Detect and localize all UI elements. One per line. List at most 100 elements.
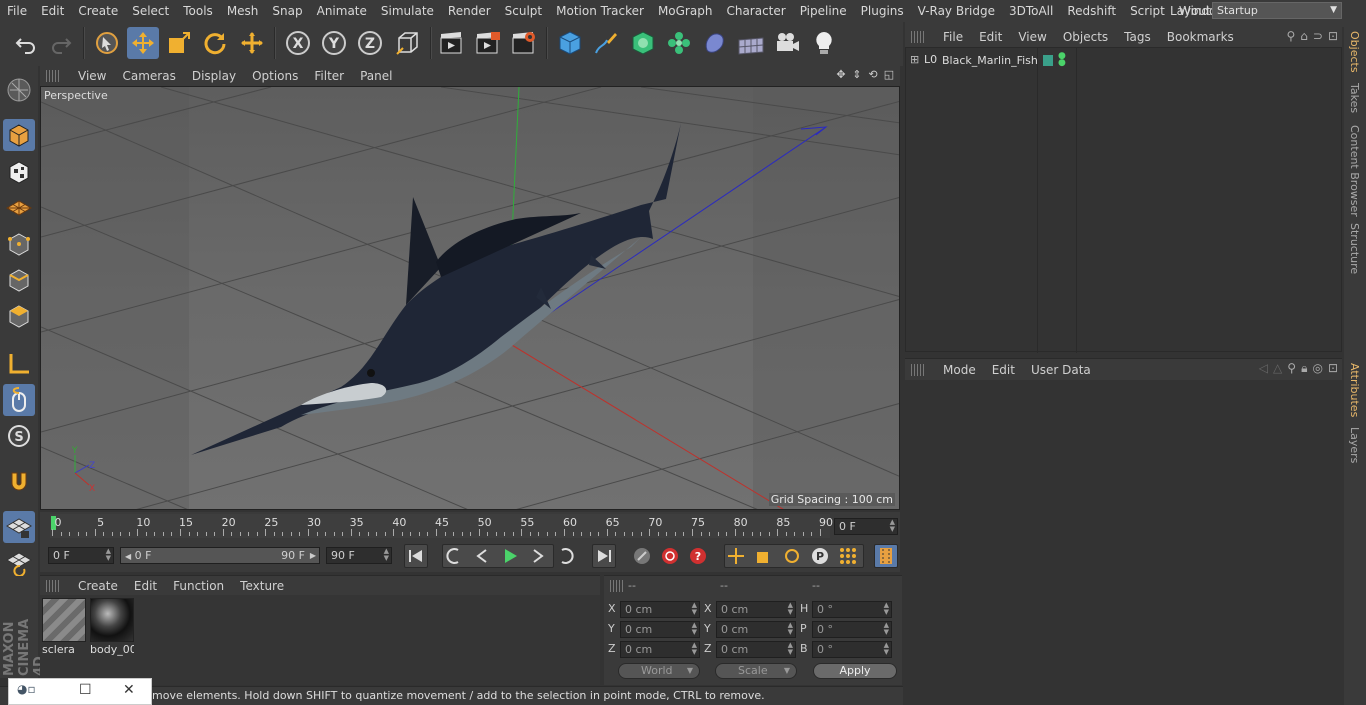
frame-range-slider[interactable]: ◀ 0 F 90 F ▶	[120, 547, 320, 564]
objects-menu-tags[interactable]: Tags	[1116, 30, 1159, 44]
panel-grip-icon[interactable]	[911, 31, 925, 43]
object-row[interactable]: ⊞ L0 Black_Marlin_Fish ● ●	[906, 52, 1343, 70]
cube-button[interactable]	[554, 27, 586, 59]
prev-frame-button[interactable]	[470, 544, 494, 568]
coord-value-field[interactable]: 0 cm ▲ ▼	[620, 641, 700, 658]
current-frame-field[interactable]: 0 F ▲ ▼	[834, 518, 898, 535]
locked-workplane-button[interactable]	[3, 547, 35, 579]
floor-button[interactable]	[735, 27, 767, 59]
goto-start-button[interactable]	[404, 544, 428, 568]
lock-icon[interactable]: 🔒︎	[1301, 361, 1307, 376]
render-view-button[interactable]	[436, 27, 468, 59]
new-window-icon[interactable]: ⊡	[1328, 29, 1338, 43]
light-button[interactable]	[808, 27, 840, 59]
end-frame-field[interactable]: 90 F ▲ ▼	[326, 547, 392, 564]
apply-button[interactable]: Apply	[813, 663, 897, 679]
tab-layers[interactable]: Layers	[1348, 427, 1361, 463]
objects-menu-edit[interactable]: Edit	[971, 30, 1010, 44]
coord-mode-dropdown[interactable]: World ▼	[618, 663, 700, 679]
coord-value-field[interactable]: 0 cm ▲ ▼	[716, 601, 796, 618]
visibility-dots-icon[interactable]: ● ●	[1058, 52, 1066, 68]
material-item[interactable]: sclera	[42, 598, 86, 656]
coord-value-field[interactable]: 0 cm ▲ ▼	[620, 621, 700, 638]
maximize-window-button[interactable]: ☐	[79, 682, 92, 698]
axis-mode-button[interactable]	[3, 348, 35, 380]
snap-button[interactable]	[3, 466, 35, 498]
tab-objects[interactable]: Objects	[1348, 31, 1361, 73]
material-item[interactable]: body_00	[90, 598, 134, 656]
panel-grip-icon[interactable]	[46, 579, 60, 592]
model-mode-button[interactable]	[3, 119, 35, 151]
coord-value-field[interactable]: 0 ° ▲ ▼	[812, 621, 892, 638]
attributes-menu-user-data[interactable]: User Data	[1023, 363, 1099, 377]
coord-value-field[interactable]: 0 cm ▲ ▼	[716, 621, 796, 638]
render-picture-viewer-button[interactable]	[472, 27, 504, 59]
undo-button[interactable]	[10, 27, 42, 59]
key-position-button[interactable]	[724, 544, 748, 568]
menu-v-ray-bridge[interactable]: V-Ray Bridge	[911, 0, 1002, 22]
menu-snap[interactable]: Snap	[265, 0, 309, 22]
viewport-menu-cameras[interactable]: Cameras	[114, 69, 183, 83]
start-frame-field[interactable]: 0 F ▲ ▼	[48, 547, 114, 564]
coord-value-field[interactable]: 0 cm ▲ ▼	[620, 601, 700, 618]
zoom-icon[interactable]: ⇕	[850, 68, 864, 82]
menu-simulate[interactable]: Simulate	[374, 0, 441, 22]
layer-color-swatch[interactable]	[1043, 55, 1053, 66]
key-pla-button[interactable]	[836, 544, 860, 568]
layout-dropdown[interactable]: Startup ▼	[1212, 2, 1342, 19]
viewport-menu-panel[interactable]: Panel	[352, 69, 400, 83]
objects-menu-view[interactable]: View	[1010, 30, 1054, 44]
next-key-button[interactable]	[554, 544, 578, 568]
points-mode-button[interactable]	[3, 228, 35, 260]
pan-icon[interactable]: ✥	[834, 68, 848, 82]
y-axis-button[interactable]: Y	[318, 27, 350, 59]
viewport-menu-filter[interactable]: Filter	[306, 69, 352, 83]
coord-value-field[interactable]: 0 ° ▲ ▼	[812, 601, 892, 618]
move-button[interactable]	[127, 27, 159, 59]
workplane-button[interactable]	[3, 192, 35, 224]
material-menu-edit[interactable]: Edit	[126, 579, 165, 593]
menu-pipeline[interactable]: Pipeline	[793, 0, 854, 22]
redo-button[interactable]	[45, 27, 77, 59]
back-icon[interactable]: ⊃	[1313, 29, 1323, 43]
panel-grip-icon[interactable]	[911, 363, 925, 376]
next-frame-button[interactable]	[526, 544, 550, 568]
live-select-button[interactable]	[91, 27, 123, 59]
menu-sculpt[interactable]: Sculpt	[498, 0, 549, 22]
tweak-mode-button[interactable]	[3, 384, 35, 416]
key-rotation-button[interactable]	[780, 544, 804, 568]
rotate-button[interactable]	[199, 27, 231, 59]
subdivision-button[interactable]	[627, 27, 659, 59]
menu-3dtoall[interactable]: 3DToAll	[1002, 0, 1060, 22]
edges-mode-button[interactable]	[3, 264, 35, 296]
material-menu-create[interactable]: Create	[70, 579, 126, 593]
timeline-window-button[interactable]	[874, 544, 898, 568]
deformer-button[interactable]	[699, 27, 731, 59]
cloner-button[interactable]	[663, 27, 695, 59]
render-settings-button[interactable]	[508, 27, 540, 59]
menu-plugins[interactable]: Plugins	[854, 0, 911, 22]
menu-file[interactable]: File	[0, 0, 34, 22]
size-mode-dropdown[interactable]: Scale ▼	[715, 663, 797, 679]
menu-edit[interactable]: Edit	[34, 0, 71, 22]
object-name[interactable]: Black_Marlin_Fish	[942, 54, 1038, 67]
maximize-icon[interactable]: ◱	[882, 68, 896, 82]
material-menu-texture[interactable]: Texture	[232, 579, 292, 593]
last-tool-button[interactable]	[236, 27, 268, 59]
menu-script[interactable]: Script	[1123, 0, 1172, 22]
menu-redshift[interactable]: Redshift	[1060, 0, 1123, 22]
camera-button[interactable]	[771, 27, 803, 59]
attributes-menu-mode[interactable]: Mode	[935, 363, 984, 377]
texture-mode-button[interactable]	[3, 156, 35, 188]
objects-menu-objects[interactable]: Objects	[1055, 30, 1116, 44]
solo-button[interactable]: S	[3, 420, 35, 452]
goto-end-button[interactable]	[592, 544, 616, 568]
expand-icon[interactable]: ⊞	[910, 53, 919, 66]
timeline-ruler[interactable]: 0 5 10 15 20 25 30 35 40 45 50 55 60 65 70 75 80 85 90	[50, 514, 833, 538]
pen-button[interactable]	[590, 27, 622, 59]
menu-select[interactable]: Select	[125, 0, 176, 22]
record-active-objects-button[interactable]	[630, 544, 654, 568]
menu-animate[interactable]: Animate	[310, 0, 374, 22]
menu-render[interactable]: Render	[441, 0, 498, 22]
arrow-up-icon[interactable]: △	[1273, 361, 1282, 376]
